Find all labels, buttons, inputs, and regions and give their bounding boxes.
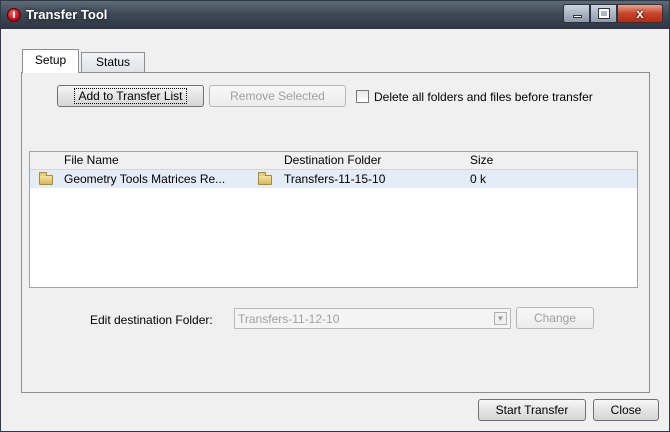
close-icon: x: [636, 6, 644, 21]
destination-folder-value: Transfers-11-12-10: [238, 312, 340, 326]
transfer-tool-window: Transfer Tool x Setup Status Add to Tran…: [0, 0, 670, 432]
close-button-label: Close: [610, 403, 642, 417]
table-header: File Name Destination Folder Size: [30, 152, 637, 170]
title-bar[interactable]: Transfer Tool x: [1, 1, 669, 29]
maximize-icon: [598, 8, 610, 19]
folder-icon: [258, 172, 272, 185]
destination-folder-dropdown[interactable]: Transfers-11-12-10 ▼: [234, 308, 511, 329]
minimize-button[interactable]: [563, 4, 590, 23]
minimize-icon: [573, 15, 582, 18]
size-cell: 0 k: [470, 172, 487, 186]
delete-before-transfer-checkbox[interactable]: [356, 90, 369, 103]
delete-before-transfer-label: Delete all folders and files before tran…: [374, 90, 593, 104]
add-to-transfer-list-button[interactable]: Add to Transfer List: [57, 85, 204, 107]
remove-button-label: Remove Selected: [230, 89, 325, 103]
window-title: Transfer Tool: [26, 7, 108, 22]
start-transfer-button[interactable]: Start Transfer: [478, 399, 586, 421]
transfer-file-table[interactable]: File Name Destination Folder Size Geomet…: [29, 151, 638, 288]
folder-icon: [39, 172, 53, 185]
close-window-button[interactable]: x: [617, 4, 663, 23]
app-logo-icon: [7, 8, 21, 22]
change-button[interactable]: Change: [516, 307, 594, 329]
window-controls: x: [563, 4, 663, 23]
start-transfer-label: Start Transfer: [495, 403, 569, 417]
change-button-label: Change: [533, 311, 577, 325]
add-button-label: Add to Transfer List: [74, 88, 187, 104]
column-header-destination-folder[interactable]: Destination Folder: [284, 153, 381, 167]
tab-status[interactable]: Status: [81, 52, 145, 72]
close-button[interactable]: Close: [593, 399, 659, 421]
tab-setup[interactable]: Setup: [22, 49, 79, 73]
column-header-file-name[interactable]: File Name: [64, 153, 119, 167]
chevron-down-icon[interactable]: ▼: [494, 312, 507, 325]
file-name-cell: Geometry Tools Matrices Re...: [64, 172, 226, 186]
column-header-size[interactable]: Size: [470, 153, 493, 167]
edit-destination-label: Edit destination Folder:: [90, 313, 213, 327]
table-row[interactable]: Geometry Tools Matrices Re... Transfers-…: [30, 170, 637, 188]
destination-folder-cell: Transfers-11-15-10: [284, 172, 386, 186]
remove-selected-button[interactable]: Remove Selected: [209, 85, 346, 107]
maximize-button[interactable]: [590, 4, 617, 23]
